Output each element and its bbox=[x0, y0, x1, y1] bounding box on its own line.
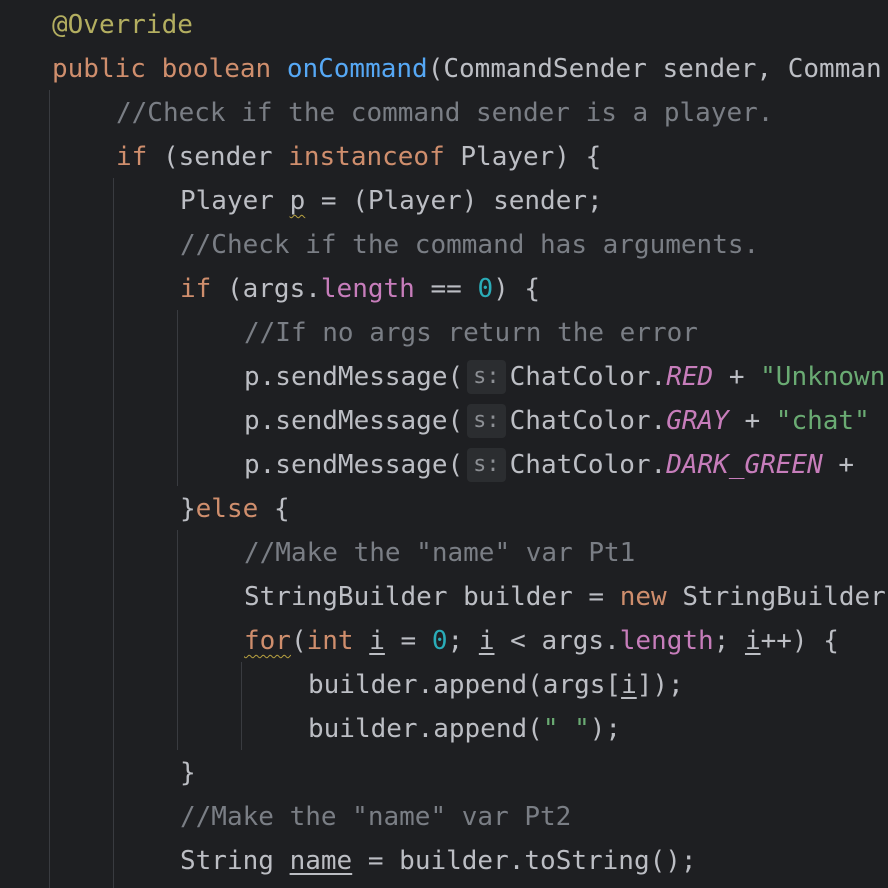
code-token: " " bbox=[542, 714, 590, 744]
code-line[interactable]: } bbox=[180, 751, 196, 795]
code-line[interactable]: String name = builder.toString(); bbox=[180, 839, 697, 883]
code-line[interactable]: p.sendMessage(s: ChatColor.GRAY + "chat" bbox=[244, 399, 870, 443]
code-token: Player) { bbox=[460, 142, 602, 172]
code-token: length bbox=[619, 626, 714, 656]
code-token: boolean bbox=[161, 54, 287, 84]
code-token: (args. bbox=[226, 274, 321, 304]
code-line[interactable]: //If no args return the error bbox=[244, 311, 698, 355]
code-token: else bbox=[195, 494, 274, 524]
code-token: builder.append( bbox=[308, 714, 543, 744]
code-token: = builder.toString(); bbox=[352, 846, 697, 876]
code-token: ++) { bbox=[760, 626, 839, 656]
code-line[interactable]: if (sender instanceof Player) { bbox=[116, 135, 601, 179]
code-token: < args. bbox=[494, 626, 620, 656]
code-token: //Check if the command has arguments. bbox=[180, 230, 760, 260]
code-token: "Unknown bbox=[760, 362, 886, 392]
code-line[interactable]: builder.append(args[i]); bbox=[308, 663, 684, 707]
code-token: == bbox=[414, 274, 478, 304]
parameter-hint: s: bbox=[467, 360, 506, 394]
code-token: if bbox=[116, 142, 163, 172]
code-token: p bbox=[289, 186, 306, 216]
indent-guide bbox=[241, 662, 242, 750]
code-token: i bbox=[369, 626, 385, 656]
indent-guide bbox=[177, 310, 178, 486]
code-line[interactable]: builder.append(" "); bbox=[308, 707, 621, 751]
code-token: = (Player) sender; bbox=[305, 186, 603, 216]
code-token: (CommandSender sender, Comman bbox=[427, 54, 882, 84]
code-token: for bbox=[244, 626, 291, 656]
code-token: + bbox=[728, 406, 776, 436]
code-token: ]); bbox=[636, 670, 684, 700]
parameter-hint: s: bbox=[467, 448, 506, 482]
code-token: i bbox=[478, 626, 495, 656]
code-token: StringBuilder bbox=[682, 582, 886, 612]
code-token: public bbox=[52, 54, 162, 84]
code-token: p.sendMessage( bbox=[244, 450, 464, 480]
code-line[interactable]: p.sendMessage(s: ChatColor.DARK_GREEN + bbox=[244, 443, 870, 487]
code-line[interactable]: }else { bbox=[180, 487, 290, 531]
code-token: ( bbox=[290, 626, 307, 656]
code-token: String bbox=[180, 846, 290, 876]
code-token: int bbox=[306, 626, 370, 656]
indent-guide bbox=[113, 178, 114, 888]
indent-guide bbox=[177, 530, 178, 750]
code-token: ; bbox=[713, 626, 745, 656]
parameter-hint: s: bbox=[467, 404, 506, 438]
code-token: ChatColor. bbox=[509, 406, 667, 436]
code-token: } bbox=[180, 494, 196, 524]
code-token: new bbox=[619, 582, 683, 612]
code-token: ; bbox=[447, 626, 479, 656]
code-token: + bbox=[713, 362, 761, 392]
code-token: { bbox=[273, 494, 290, 524]
code-line[interactable]: //Make the "name" var Pt1 bbox=[244, 531, 635, 575]
code-token: if bbox=[180, 274, 227, 304]
code-line[interactable]: Player p = (Player) sender; bbox=[180, 179, 603, 223]
code-token: builder.append(args[ bbox=[308, 670, 622, 700]
code-line[interactable]: @Override bbox=[52, 3, 193, 47]
code-token: instanceof bbox=[288, 142, 461, 172]
code-line[interactable]: //Check if the command sender is a playe… bbox=[116, 91, 773, 135]
code-token: 0 bbox=[431, 626, 448, 656]
code-line[interactable]: StringBuilder builder = new StringBuilde… bbox=[244, 575, 886, 619]
code-token: i bbox=[621, 670, 637, 700]
code-line[interactable]: if (args.length == 0) { bbox=[180, 267, 540, 311]
code-line[interactable]: for(int i = 0; i < args.length; i++) { bbox=[244, 619, 839, 663]
code-line[interactable]: //Check if the command has arguments. bbox=[180, 223, 759, 267]
code-token: = bbox=[384, 626, 432, 656]
code-token: "chat" bbox=[775, 406, 870, 436]
code-token: Player bbox=[180, 186, 290, 216]
code-token: @Override bbox=[52, 10, 193, 40]
code-token: 0 bbox=[477, 274, 494, 304]
code-line[interactable]: public boolean onCommand(CommandSender s… bbox=[52, 47, 882, 91]
code-token: ); bbox=[589, 714, 622, 744]
code-token: StringBuilder builder = bbox=[244, 582, 620, 612]
code-token: GRAY bbox=[666, 406, 729, 436]
code-line[interactable]: //Make the "name" var Pt2 bbox=[180, 795, 571, 839]
code-token: //Make the "name" var Pt1 bbox=[244, 538, 636, 568]
code-token: } bbox=[180, 758, 196, 788]
code-token: (sender bbox=[162, 142, 289, 172]
code-line[interactable]: p.sendMessage(s: ChatColor.RED + "Unknown bbox=[244, 355, 885, 399]
code-token: ChatColor. bbox=[509, 450, 667, 480]
code-editor[interactable]: @Override public boolean onCommand(Comman… bbox=[0, 0, 888, 888]
code-token: length bbox=[320, 274, 415, 304]
code-token: //Make the "name" var Pt2 bbox=[180, 802, 572, 832]
code-token: //If no args return the error bbox=[244, 318, 698, 348]
code-token: ChatColor. bbox=[509, 362, 667, 392]
code-token: //Check if the command sender is a playe… bbox=[116, 98, 774, 128]
code-token: RED bbox=[666, 362, 714, 392]
code-token: onCommand bbox=[286, 54, 428, 84]
code-token: i bbox=[744, 626, 761, 656]
code-token: name bbox=[289, 846, 353, 876]
code-token: p.sendMessage( bbox=[244, 362, 464, 392]
code-token: ) { bbox=[493, 274, 541, 304]
code-token: DARK_GREEN bbox=[666, 450, 823, 480]
code-token: + bbox=[822, 450, 870, 480]
code-token: p.sendMessage( bbox=[244, 406, 464, 436]
indent-guide bbox=[49, 90, 50, 888]
